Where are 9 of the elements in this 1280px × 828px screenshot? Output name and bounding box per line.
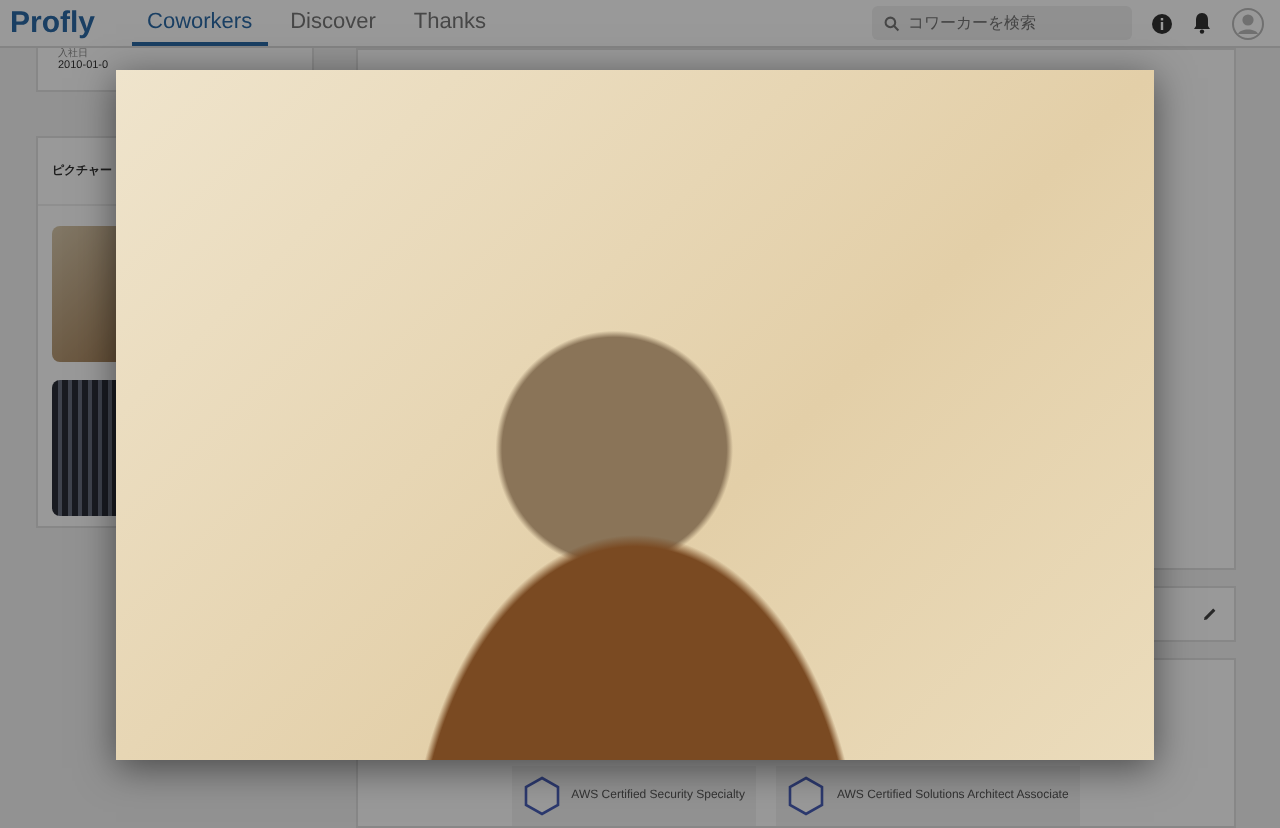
notification-bell-icon[interactable] [1192, 12, 1212, 34]
nav-tab[interactable]: Thanks [397, 0, 502, 46]
nav-tab[interactable]: Discover [274, 0, 392, 46]
info-icon[interactable] [1152, 13, 1172, 33]
logo[interactable]: Profly [10, 6, 96, 40]
pencil-icon[interactable] [1202, 606, 1218, 623]
search-field[interactable]: コワーカーを検索 [872, 6, 1132, 40]
hexagon-badge-icon [788, 776, 825, 816]
hexagon-badge-icon [523, 776, 560, 816]
